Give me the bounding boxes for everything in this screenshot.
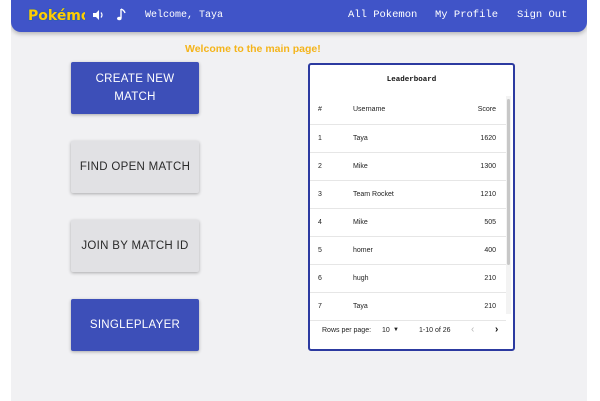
- row-rank: 5: [318, 247, 322, 254]
- app-frame: Pokémon Welcome, Taya All Pokemon My Pro…: [11, 0, 587, 401]
- column-header-rank: #: [318, 106, 322, 113]
- row-rank: 6: [318, 275, 322, 282]
- row-rank: 4: [318, 219, 322, 226]
- row-score: 505: [484, 219, 496, 226]
- row-username: Taya: [353, 135, 368, 142]
- create-match-label-line2: MATCH: [114, 91, 156, 103]
- rows-per-page-label: Rows per page:: [322, 327, 372, 334]
- table-row: 2 Mike 1300: [310, 153, 506, 181]
- speaker-icon[interactable]: [91, 7, 105, 23]
- row-score: 1300: [480, 163, 496, 170]
- row-score: 1210: [480, 191, 496, 198]
- page-heading: Welcome to the main page!: [185, 43, 321, 55]
- welcome-user-text: Welcome, Taya: [145, 10, 224, 21]
- svg-text:Pokémon: Pokémon: [28, 8, 85, 24]
- table-row: 6 hugh 210: [310, 265, 506, 293]
- leaderboard-title: Leaderboard: [386, 76, 437, 84]
- find-open-match-button[interactable]: FIND OPEN MATCH: [71, 141, 199, 193]
- table-row: 5 homer 400: [310, 237, 506, 265]
- row-username: homer: [353, 247, 373, 254]
- table-row: 3 Team Rocket 1210: [310, 181, 506, 209]
- table-row: 1 Taya 1620: [310, 125, 506, 153]
- top-navbar: Pokémon Welcome, Taya All Pokemon My Pro…: [11, 0, 587, 32]
- leaderboard-scrollbar-thumb[interactable]: [507, 99, 510, 265]
- row-score: 400: [484, 247, 496, 254]
- row-rank: 7: [318, 303, 322, 310]
- rows-per-page-select[interactable]: 10: [382, 327, 390, 334]
- previous-page-icon[interactable]: ‹: [471, 324, 474, 335]
- row-score: 1620: [480, 135, 496, 142]
- leaderboard-panel: Leaderboard # Username Score 1 Taya 1620…: [308, 63, 515, 351]
- next-page-icon[interactable]: ›: [495, 324, 498, 335]
- find-open-match-label: FIND OPEN MATCH: [79, 161, 191, 173]
- row-username: Mike: [353, 163, 368, 170]
- pokemon-logo[interactable]: Pokémon: [27, 3, 101, 25]
- row-username: hugh: [353, 275, 369, 282]
- column-header-username: Username: [353, 106, 386, 113]
- table-header-row: # Username Score: [310, 96, 506, 125]
- singleplayer-label: SINGLEPLAYER: [89, 319, 181, 331]
- singleplayer-button[interactable]: SINGLEPLAYER: [71, 299, 199, 351]
- join-by-match-id-label: JOIN BY MATCH ID: [81, 240, 189, 252]
- column-header-score: Score: [477, 106, 496, 113]
- nav-link-all-pokemon[interactable]: All Pokemon: [348, 9, 417, 21]
- row-rank: 2: [318, 163, 322, 170]
- join-by-match-id-button[interactable]: JOIN BY MATCH ID: [71, 220, 199, 272]
- row-score: 210: [484, 303, 496, 310]
- caret-down-icon[interactable]: ▼: [393, 327, 399, 333]
- row-username: Taya: [353, 303, 368, 310]
- leaderboard-table: # Username Score 1 Taya 1620 2 Mike 1300…: [310, 96, 506, 321]
- music-note-icon[interactable]: [115, 7, 129, 23]
- table-pagination: Rows per page: 10 ▼ 1-10 of 26 ‹ ›: [310, 317, 513, 349]
- row-username: Mike: [353, 219, 368, 226]
- row-rank: 3: [318, 191, 322, 198]
- nav-link-my-profile[interactable]: My Profile: [435, 9, 498, 21]
- row-score: 210: [484, 275, 496, 282]
- pagination-range: 1-10 of 26: [419, 327, 451, 334]
- create-match-label-line1: CREATE NEW: [95, 73, 175, 85]
- nav-link-sign-out[interactable]: Sign Out: [517, 9, 567, 21]
- table-row: 4 Mike 505: [310, 209, 506, 237]
- create-new-match-button[interactable]: CREATE NEW MATCH: [71, 62, 199, 114]
- row-rank: 1: [318, 135, 322, 142]
- row-username: Team Rocket: [353, 191, 394, 198]
